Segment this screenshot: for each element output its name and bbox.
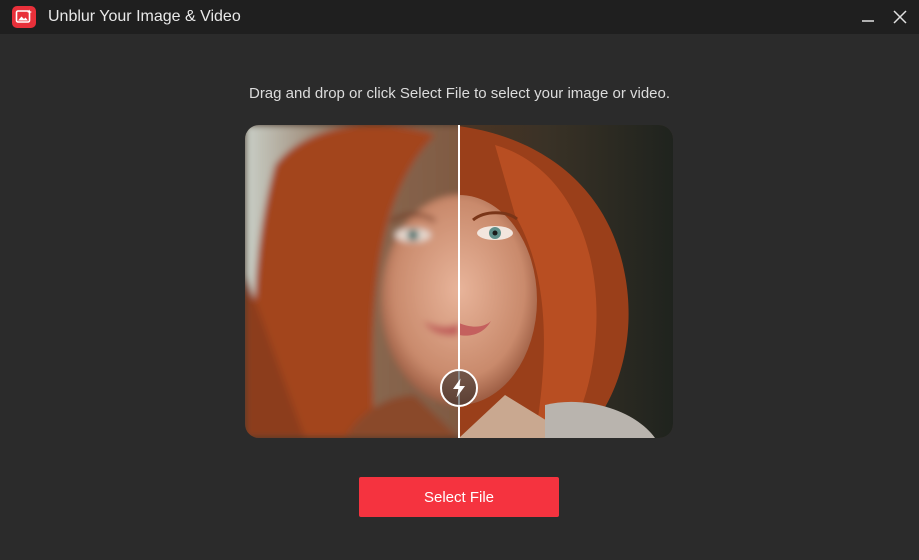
select-file-button[interactable]: Select File [359, 477, 559, 517]
close-button[interactable] [887, 4, 913, 30]
lightning-bolt-icon [453, 378, 465, 398]
compare-slider-handle[interactable] [440, 369, 478, 407]
title-bar[interactable]: Unblur Your Image & Video [0, 0, 919, 34]
window-title: Unblur Your Image & Video [48, 8, 241, 25]
minimize-button[interactable] [855, 4, 881, 30]
minimize-icon [862, 20, 874, 22]
instruction-text: Drag and drop or click Select File to se… [248, 85, 671, 102]
close-icon [893, 10, 907, 24]
app-window: Unblur Your Image & Video Drag and drop … [0, 0, 919, 560]
image-sparkle-icon [12, 6, 36, 28]
before-after-preview[interactable] [245, 125, 673, 438]
